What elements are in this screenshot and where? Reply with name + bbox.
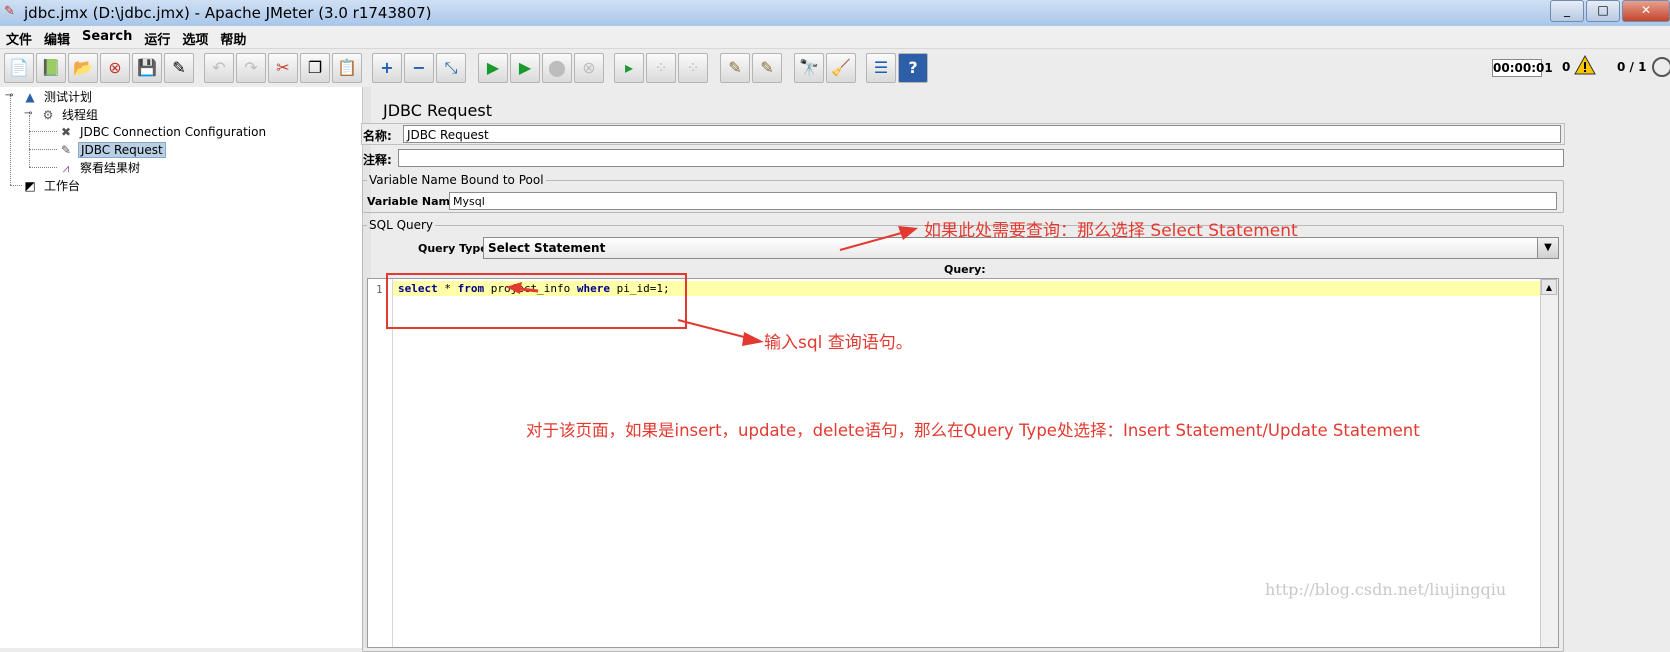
function-helper-icon[interactable]: ☰ [866, 53, 896, 83]
window-controls: _ □ ✕ [1548, 0, 1670, 22]
line-number-gutter: 1 [368, 279, 393, 647]
new-icon[interactable]: 📄 [4, 53, 34, 83]
tree-node-label: JDBC Request [78, 141, 166, 158]
tree-node-label: 工作台 [44, 178, 81, 193]
title-bar: ✎ jdbc.jmx (D:\jdbc.jmx) - Apache JMeter… [0, 0, 1670, 27]
chart-icon: ⩘ [62, 160, 70, 175]
save-icon[interactable]: 💾 [132, 53, 162, 83]
open-icon[interactable]: 📂 [68, 53, 98, 83]
maximize-button[interactable]: □ [1586, 0, 1620, 22]
tree-node-label: 线程组 [62, 107, 99, 122]
clear-icon[interactable]: ✎ [720, 53, 750, 83]
start-no-pause-icon[interactable]: ▶ [510, 53, 540, 83]
remote-shutdown-icon[interactable]: ⁘ [678, 53, 708, 83]
stop-icon[interactable]: ⬤ [542, 53, 572, 83]
save-as-icon[interactable]: ✎ [164, 53, 194, 83]
menu-options[interactable]: 选项 [176, 26, 214, 48]
tree-node-workbench[interactable]: ◩ 工作台 [22, 176, 82, 194]
cut-icon[interactable]: ✂ [268, 53, 298, 83]
collapse-toggle[interactable]: ⊸ [5, 90, 13, 101]
search-icon[interactable]: 🔭 [794, 53, 824, 83]
annotation-select-note: 如果此处需要查询：那么选择 Select Statement [924, 221, 1298, 241]
tools-icon: ✖ [60, 124, 72, 139]
menu-help[interactable]: 帮助 [214, 26, 252, 48]
templates-icon[interactable]: 📗 [36, 53, 66, 83]
start-icon[interactable]: ▶ [478, 53, 508, 83]
toggle-icon[interactable]: ⤡ [436, 53, 466, 83]
variable-name-label: Variable Name: [367, 195, 462, 208]
remote-stop-icon[interactable]: ⁘ [646, 53, 676, 83]
tree-node-result-tree[interactable]: ⩘ 察看结果树 [58, 158, 142, 176]
thread-count: 0 / 1 [1617, 60, 1647, 74]
collapse-all-icon[interactable]: − [404, 53, 434, 83]
menu-search[interactable]: Search [76, 26, 138, 48]
close-file-icon[interactable]: ⊗ [100, 53, 130, 83]
clear-all-icon[interactable]: ✎ [752, 53, 782, 83]
undo-icon[interactable]: ↶ [204, 53, 234, 83]
tree-node-thread-group[interactable]: ⚙ 线程组 [40, 105, 100, 123]
menu-run[interactable]: 运行 [138, 26, 176, 48]
page-title: JDBC Request [383, 101, 492, 120]
warning-icon[interactable] [1574, 54, 1596, 76]
sql-query-group-title: SQL Query [369, 218, 434, 232]
comment-field[interactable] [398, 149, 1564, 167]
annotation-sql-note: 输入sql 查询语句。 [764, 333, 913, 353]
test-plan-tree: ⊸ ⊸ ▲ 测试计划 ⚙ 线程组 ✖ JDBC Connection Configur… [0, 87, 363, 648]
annotation-other-note: 对于该页面，如果是insert，update，delete语句，那么在Query… [526, 421, 1420, 440]
close-button[interactable]: ✕ [1622, 0, 1670, 22]
reset-search-icon[interactable]: 🧹 [826, 53, 856, 83]
collapse-toggle[interactable]: ⊸ [24, 108, 32, 119]
comment-label: 注释: [363, 153, 392, 167]
watermark: http://blog.csdn.net/liujingqiu [1265, 580, 1507, 599]
shutdown-icon[interactable]: ⊗ [574, 53, 604, 83]
vertical-scrollbar[interactable]: ▲ [1540, 279, 1558, 647]
tree-node-jdbc-request[interactable]: ✎ JDBC Request [58, 140, 166, 158]
name-field[interactable]: JDBC Request [403, 125, 1561, 143]
annotation-highlight-box [386, 273, 687, 329]
help-icon[interactable]: ? [898, 53, 928, 83]
line-number: 1 [376, 283, 383, 296]
tree-node-label: 测试计划 [44, 89, 93, 104]
error-count: 0 [1562, 60, 1571, 74]
elapsed-timer: 00:00:01 [1492, 59, 1553, 77]
menu-edit[interactable]: 编辑 [38, 26, 76, 48]
variable-name-field[interactable]: Mysql [449, 192, 1557, 210]
jmeter-feather-icon: ✎ [4, 4, 15, 19]
minimize-button[interactable]: _ [1550, 0, 1584, 22]
query-type-label: Query Type: [418, 242, 493, 255]
redo-icon[interactable]: ↷ [236, 53, 266, 83]
remote-status-icon [1652, 57, 1670, 77]
remote-start-icon[interactable]: ▸ [614, 53, 644, 83]
workbench-icon: ◩ [24, 178, 36, 193]
query-type-value: Select Statement [488, 241, 606, 255]
chevron-down-icon[interactable]: ▼ [1537, 238, 1558, 258]
toolbar: 📄 📗 📂 ⊗ 💾 ✎ ↶ ↷ ✂ ❐ 📋 + − ⤡ ▶ ▶ ⬤ ⊗ ▸ ⁘ … [0, 48, 1670, 88]
copy-icon[interactable]: ❐ [300, 53, 330, 83]
test-plan-icon: ▲ [25, 89, 35, 104]
query-label: Query: [944, 263, 986, 276]
tree-node-jdbc-connection[interactable]: ✖ JDBC Connection Configuration [58, 122, 268, 140]
name-label: 名称: [363, 129, 392, 143]
menu-bar: 文件 编辑 Search 运行 选项 帮助 [0, 26, 1670, 48]
paste-icon[interactable]: 📋 [332, 53, 362, 83]
gear-icon: ⚙ [42, 107, 54, 122]
window-title: jdbc.jmx (D:\jdbc.jmx) - Apache JMeter (… [24, 4, 432, 22]
expand-all-icon[interactable]: + [372, 53, 402, 83]
pipette-icon: ✎ [60, 142, 72, 157]
tree-node-label: JDBC Connection Configuration [80, 124, 267, 139]
tree-node-test-plan[interactable]: ▲ 测试计划 [22, 87, 94, 105]
tree-node-label: 察看结果树 [80, 160, 141, 175]
scroll-up-arrow-icon[interactable]: ▲ [1541, 279, 1557, 295]
menu-file[interactable]: 文件 [0, 26, 38, 48]
pool-group-title: Variable Name Bound to Pool [369, 173, 544, 187]
